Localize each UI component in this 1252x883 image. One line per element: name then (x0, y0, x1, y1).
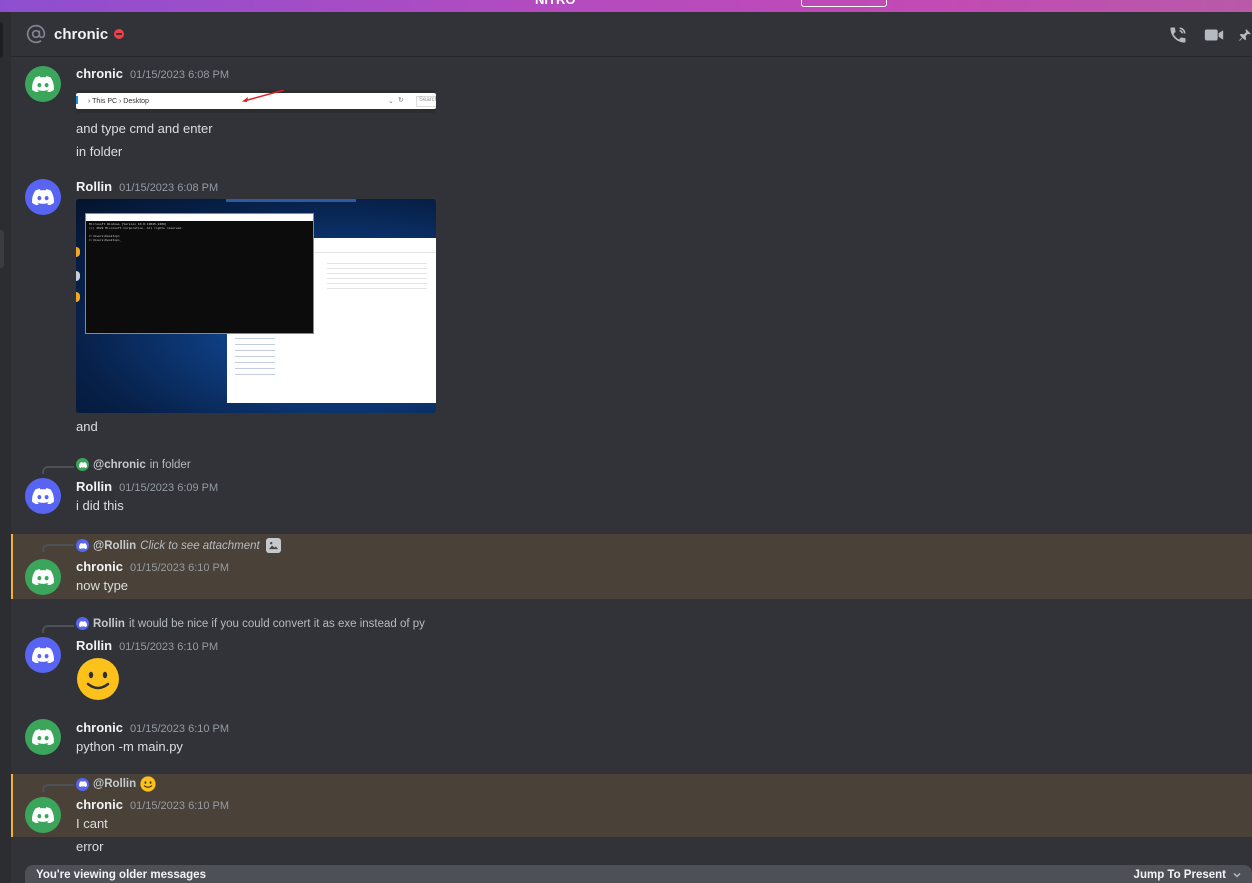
author-name[interactable]: chronic (76, 66, 123, 81)
message-text: i did this (76, 498, 124, 513)
message-text: and type cmd and enter (76, 121, 213, 136)
reply-author[interactable]: Rollin (93, 618, 125, 630)
message-item: @chronic in folder Rollin 01/15/2023 6:0… (11, 456, 1252, 526)
cmd-titlebar (86, 214, 313, 221)
author-name[interactable]: Rollin (76, 179, 112, 194)
timestamp: 01/15/2023 6:08 PM (119, 182, 219, 194)
video-call-icon[interactable] (1202, 23, 1226, 47)
message-text: in folder (76, 144, 123, 159)
reply-spine (42, 625, 74, 633)
reply-preview[interactable]: @Rollin Click to see attachment (76, 538, 281, 553)
avatar[interactable] (25, 179, 61, 215)
explorer-address-bar: › This PC › Desktop ⌄ ↻ Search (76, 90, 436, 109)
dm-title: chronic (54, 25, 109, 43)
author-name[interactable]: Rollin (76, 638, 112, 653)
avatar[interactable] (25, 797, 61, 833)
jump-label: Jump To Present (1133, 869, 1226, 881)
message-item: Rollin it would be nice if you could con… (11, 615, 1252, 715)
message-item: chronic 01/15/2023 6:10 PM python -m mai… (11, 716, 1252, 760)
discord-logo-icon (32, 76, 54, 92)
discord-logo-icon (32, 729, 54, 745)
older-messages-bar: You're viewing older messages Jump To Pr… (25, 865, 1252, 883)
timestamp: 01/15/2023 6:10 PM (129, 800, 230, 812)
reply-spine (42, 784, 74, 792)
timestamp: 01/15/2023 6:10 PM (129, 562, 230, 574)
discord-logo-icon (32, 807, 54, 823)
timestamp: 01/15/2023 6:08 PM (129, 69, 230, 81)
image-attachment[interactable]: › This PC › Desktop ⌄ ↻ Search (76, 90, 436, 113)
reply-avatar (76, 458, 89, 471)
slightly-smiling-face-emoji[interactable] (76, 657, 120, 701)
avatar[interactable] (25, 637, 61, 673)
message-item-mention: @Rollin Click to see attachment chronic … (11, 534, 1252, 599)
reply-text: it would be nice if you could convert it… (128, 617, 425, 630)
at-icon (26, 24, 46, 44)
avatar[interactable] (25, 478, 61, 514)
sidebar-scrollbar[interactable] (0, 230, 4, 268)
server-sidebar-edge (0, 12, 11, 883)
reply-author[interactable]: @Rollin (93, 540, 136, 552)
reply-spine (42, 544, 74, 552)
desktop-icon (76, 271, 80, 281)
message-text: and (76, 419, 98, 434)
message-text: error (76, 839, 104, 854)
voice-call-icon[interactable] (1166, 23, 1190, 47)
message-text: python -m main.py (76, 739, 183, 754)
search-box: Search (416, 96, 436, 107)
timestamp: 01/15/2023 6:10 PM (129, 723, 230, 735)
avatar[interactable] (25, 719, 61, 755)
discord-logo-icon (32, 189, 54, 205)
nitro-banner: NITRO (0, 0, 1252, 12)
author-name[interactable]: chronic (76, 559, 123, 574)
author-name[interactable]: chronic (76, 797, 123, 812)
message-text: now type (76, 578, 129, 593)
jump-to-present-button[interactable]: Jump To Present (1134, 869, 1242, 881)
timestamp: 01/15/2023 6:10 PM (119, 641, 219, 653)
image-icon (265, 538, 281, 553)
reply-text: in folder (149, 458, 191, 471)
desktop-icon (76, 247, 80, 257)
image-attachment[interactable]: Microsoft Windows [Version 10.0.19045.24… (76, 199, 436, 413)
dropdown-icon: ⌄ (388, 98, 394, 105)
sidebar-indicator (0, 22, 3, 58)
slightly-smiling-face-emoji (140, 776, 156, 792)
banner-button[interactable] (801, 0, 887, 7)
discord-logo-icon (32, 569, 54, 585)
message-item: chronic 01/15/2023 6:08 PM › This PC › D… (11, 62, 1252, 170)
reply-preview[interactable]: @Rollin (76, 776, 156, 792)
reply-spine (42, 466, 74, 474)
older-messages-notice: You're viewing older messages (36, 869, 206, 881)
channel-header: chronic (11, 12, 1252, 57)
chevron-down-icon (1233, 872, 1241, 878)
message-item-mention: @Rollin chronic 01/15/2023 6:10 PM I can… (11, 774, 1252, 837)
banner-text: NITRO (535, 0, 575, 7)
author-name[interactable]: chronic (76, 720, 123, 735)
reply-preview[interactable]: @chronic in folder (76, 458, 191, 471)
message-text: I cant (76, 816, 108, 831)
reply-avatar (76, 617, 89, 630)
cmd-output: Microsoft Windows [Version 10.0.19045.24… (89, 222, 183, 242)
pin-icon[interactable] (1238, 23, 1252, 47)
red-arrow-annotation (242, 90, 285, 102)
dnd-status-icon (114, 29, 125, 39)
timestamp: 01/15/2023 6:09 PM (119, 482, 219, 494)
discord-logo-icon (32, 488, 54, 504)
reply-avatar (76, 777, 89, 791)
refresh-icon: ↻ (398, 97, 404, 104)
reply-avatar (76, 539, 89, 552)
command-prompt-window: Microsoft Windows [Version 10.0.19045.24… (85, 213, 314, 334)
avatar[interactable] (25, 559, 61, 595)
reply-author[interactable]: @chronic (93, 459, 146, 471)
avatar[interactable] (25, 66, 61, 102)
reply-text[interactable]: Click to see attachment (140, 540, 260, 552)
taskbar-fragment (226, 199, 356, 202)
reply-preview[interactable]: Rollin it would be nice if you could con… (76, 617, 425, 630)
message-list: chronic 01/15/2023 6:08 PM › This PC › D… (11, 58, 1252, 883)
author-name[interactable]: Rollin (76, 479, 112, 494)
desktop-icon (76, 292, 80, 302)
reply-author[interactable]: @Rollin (93, 778, 136, 790)
breadcrumb: › This PC › Desktop (88, 98, 149, 105)
discord-logo-icon (32, 647, 54, 663)
